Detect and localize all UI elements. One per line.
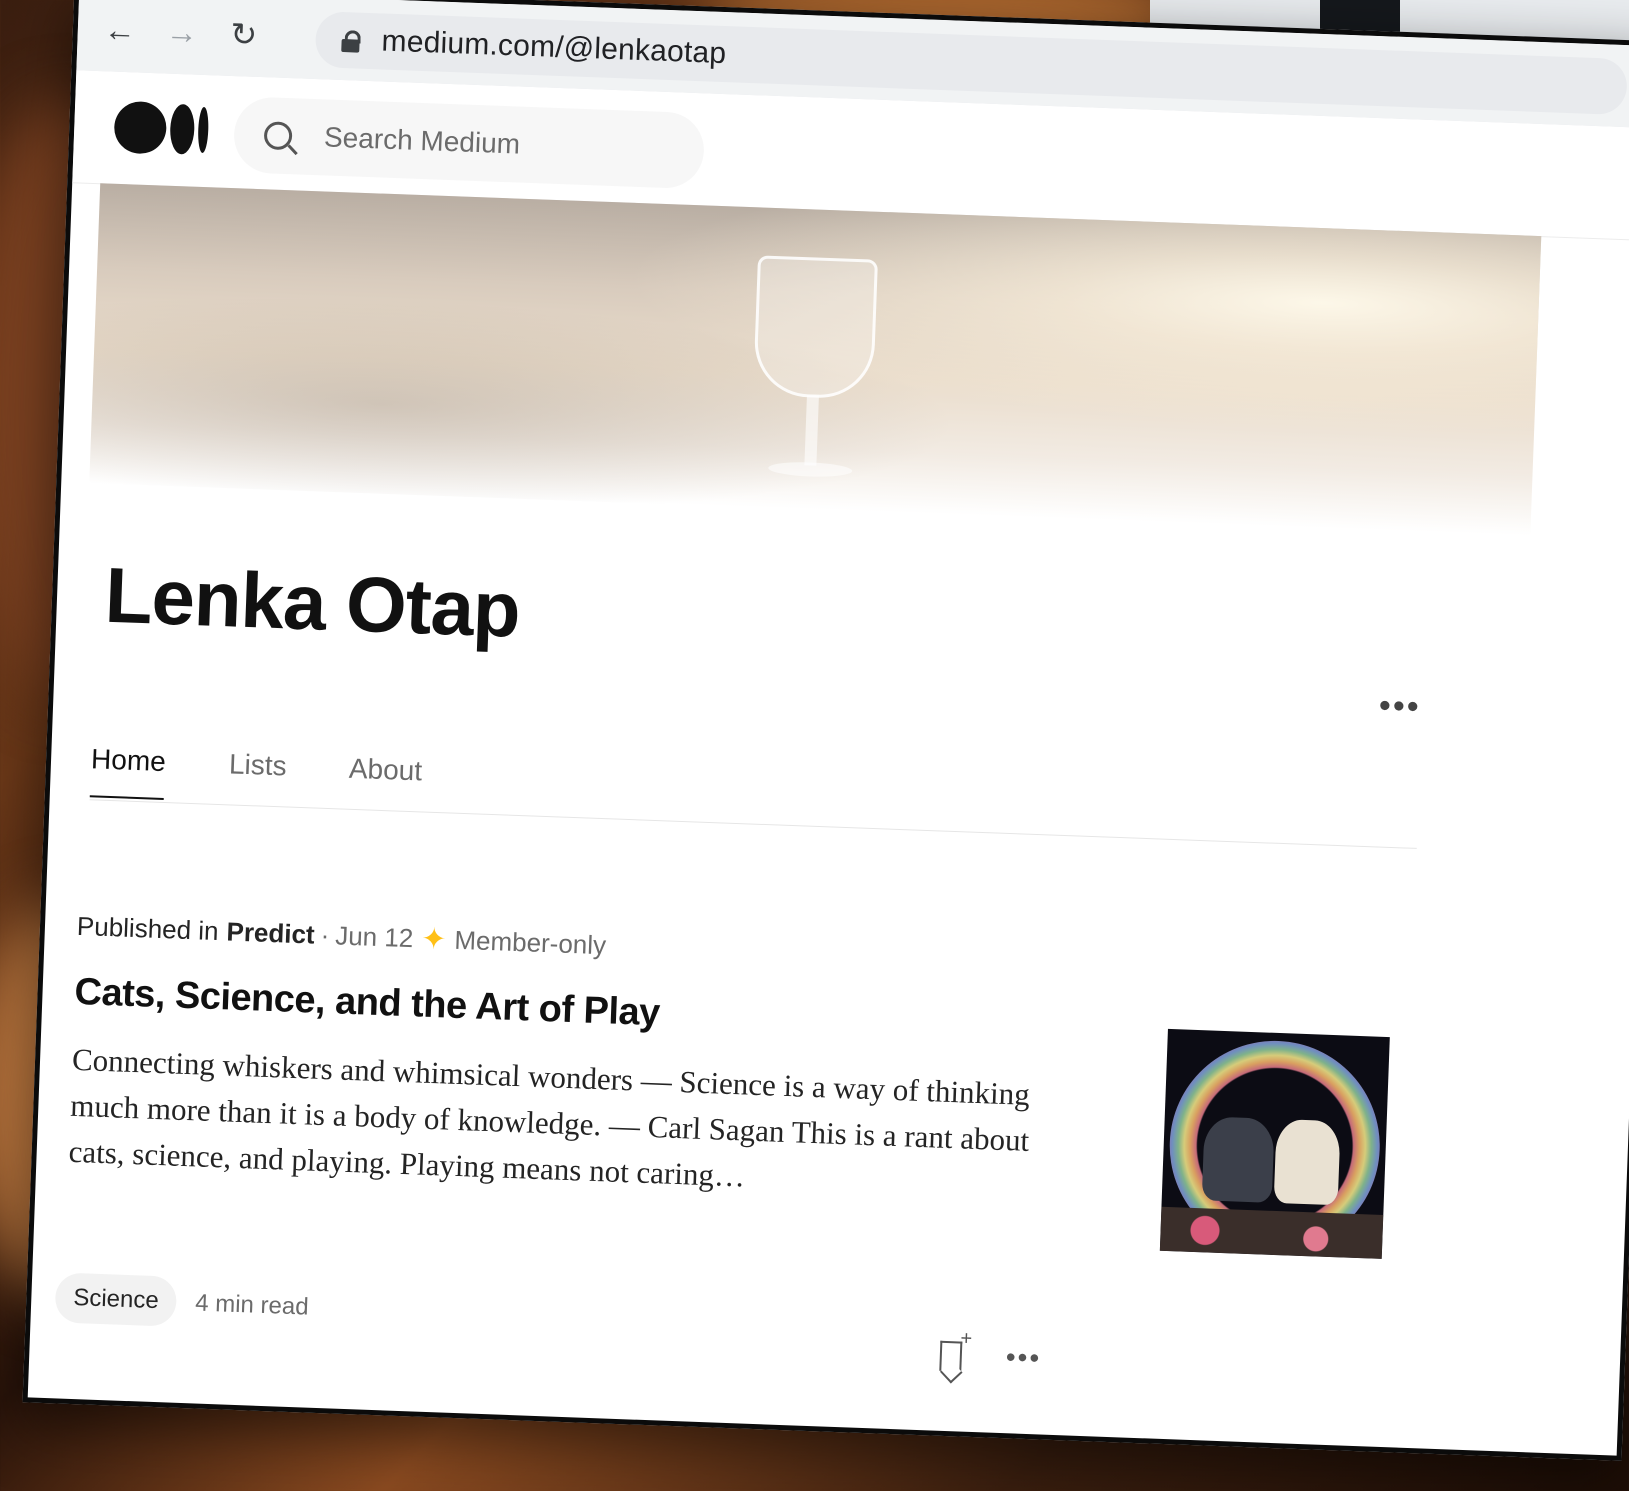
post-meta: Published in Predict · Jun 12 ✦ Member-o… bbox=[76, 909, 606, 963]
profile-cover-image bbox=[89, 183, 1542, 536]
post-date: Jun 12 bbox=[334, 920, 414, 954]
meta-separator: · bbox=[320, 919, 330, 951]
tab-about[interactable]: About bbox=[348, 753, 422, 788]
medium-logo[interactable] bbox=[113, 100, 210, 157]
active-tab-indicator bbox=[89, 795, 164, 800]
light-cat bbox=[1273, 1118, 1341, 1206]
post-title[interactable]: Cats, Science, and the Art of Play bbox=[74, 971, 661, 1035]
glass-bowl bbox=[752, 255, 878, 400]
flower-border bbox=[1159, 1206, 1384, 1259]
glass-stem bbox=[804, 395, 819, 466]
profile-tabs: Home Lists About bbox=[89, 729, 1420, 849]
logo-bar bbox=[197, 106, 210, 154]
tab-lists[interactable]: Lists bbox=[228, 748, 287, 782]
logo-circle bbox=[113, 100, 168, 155]
post-thumbnail[interactable] bbox=[1159, 1028, 1390, 1259]
search-icon[interactable] bbox=[263, 121, 293, 151]
lock-icon[interactable] bbox=[341, 30, 360, 51]
forward-arrow-icon[interactable]: → bbox=[159, 9, 205, 55]
browser-window: ← → ↻ medium.com/@lenkaotap Lenka Otap •… bbox=[22, 0, 1629, 1461]
member-only-label: Member-only bbox=[453, 924, 607, 961]
published-in-label: Published in bbox=[76, 910, 220, 947]
back-arrow-icon[interactable]: ← bbox=[97, 7, 143, 53]
tab-home[interactable]: Home bbox=[91, 743, 167, 778]
star-icon: ✦ bbox=[420, 922, 448, 957]
publication-link[interactable]: Predict bbox=[226, 916, 315, 950]
logo-ellipse bbox=[169, 103, 196, 155]
bookmark-icon[interactable] bbox=[939, 1340, 963, 1372]
dark-cat bbox=[1201, 1116, 1275, 1203]
profile-more-icon[interactable]: ••• bbox=[1378, 686, 1421, 727]
search-input[interactable] bbox=[321, 120, 647, 167]
profile-name: Lenka Otap bbox=[103, 550, 522, 654]
url-text[interactable]: medium.com/@lenkaotap bbox=[381, 24, 727, 71]
post-excerpt[interactable]: Connecting whiskers and whimsical wonder… bbox=[68, 1037, 1052, 1211]
bookmark-plus[interactable]: + bbox=[960, 1328, 972, 1351]
topic-tag[interactable]: Science bbox=[54, 1272, 178, 1327]
post-more-icon[interactable]: ••• bbox=[1005, 1341, 1042, 1374]
wine-glass-image bbox=[749, 255, 878, 499]
search-bar[interactable] bbox=[232, 96, 706, 190]
read-time: 4 min read bbox=[194, 1289, 310, 1321]
glass-foot bbox=[768, 460, 853, 478]
reload-icon[interactable]: ↻ bbox=[221, 12, 267, 58]
